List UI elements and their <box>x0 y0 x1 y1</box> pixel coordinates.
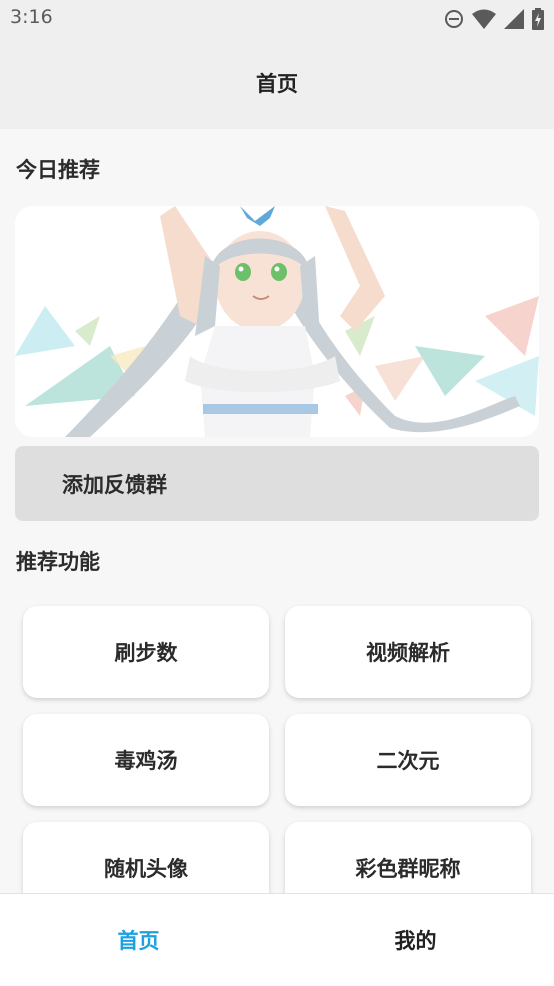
recommendation-banner[interactable] <box>15 206 539 437</box>
feature-card-step-count[interactable]: 刷步数 <box>23 606 269 698</box>
page-title: 首页 <box>256 72 298 96</box>
nav-tab-mine[interactable]: 我的 <box>277 894 554 986</box>
bottom-navigation: 首页 我的 <box>0 893 554 986</box>
feedback-group-button[interactable]: 添加反馈群 <box>15 446 539 521</box>
status-time: 3:16 <box>10 6 53 28</box>
app-header: 3:16 首页 <box>0 0 554 129</box>
feature-card-toxic-soup[interactable]: 毒鸡汤 <box>23 714 269 806</box>
feature-card-anime[interactable]: 二次元 <box>285 714 531 806</box>
battery-charging-icon <box>532 8 544 30</box>
nav-tab-home-label: 首页 <box>117 929 160 953</box>
feature-card-video-parse[interactable]: 视频解析 <box>285 606 531 698</box>
cell-signal-icon <box>504 9 524 29</box>
dnd-icon <box>445 10 463 28</box>
feedback-group-label: 添加反馈群 <box>62 472 167 497</box>
feature-label: 彩色群昵称 <box>355 857 461 881</box>
feature-label: 刷步数 <box>114 641 178 665</box>
section-title-features: 推荐功能 <box>16 550 100 574</box>
feature-label: 视频解析 <box>366 641 450 665</box>
section-title-today: 今日推荐 <box>16 158 100 182</box>
wifi-icon <box>472 9 496 29</box>
nav-tab-mine-label: 我的 <box>394 929 437 953</box>
anime-girl-illustration <box>15 206 539 437</box>
feature-label: 二次元 <box>376 749 440 773</box>
feature-label: 随机头像 <box>104 857 188 881</box>
nav-tab-home[interactable]: 首页 <box>0 894 277 986</box>
status-icons <box>444 6 544 32</box>
feature-label: 毒鸡汤 <box>114 749 178 773</box>
